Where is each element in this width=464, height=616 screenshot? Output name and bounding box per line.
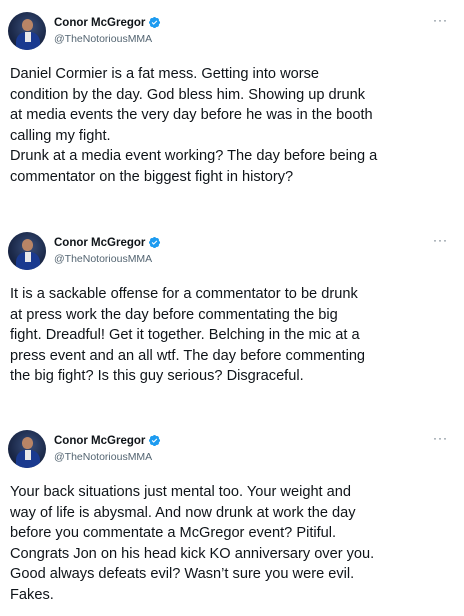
author-display-name[interactable]: Conor McGregor [54, 435, 145, 447]
tweet-text: Daniel Cormier is a fat mess. Getting in… [10, 66, 378, 185]
author-handle[interactable]: @TheNotoriousMMA [54, 253, 152, 265]
verified-badge-icon [149, 434, 161, 447]
author-name-row: Conor McGregor [54, 434, 161, 447]
verified-badge-icon [149, 236, 161, 249]
tweet-text: Your back situations just mental too. Yo… [10, 484, 375, 603]
author-display-name[interactable]: Conor McGregor [54, 237, 145, 249]
verified-badge-icon [149, 16, 161, 29]
author-name-row: Conor McGregor [54, 236, 161, 249]
more-options-icon[interactable]: ··· [433, 14, 448, 26]
author-avatar[interactable] [8, 12, 46, 50]
author-avatar[interactable] [8, 232, 46, 270]
author-display-name[interactable]: Conor McGregor [54, 17, 145, 29]
more-options-icon[interactable]: ··· [433, 234, 448, 246]
author-name-row: Conor McGregor [54, 16, 161, 29]
more-options-icon[interactable]: ··· [433, 432, 448, 444]
author-handle[interactable]: @TheNotoriousMMA [54, 33, 152, 45]
author-handle[interactable]: @TheNotoriousMMA [54, 451, 152, 463]
author-avatar[interactable] [8, 430, 46, 468]
tweet-text: It is a sackable offense for a commentat… [10, 286, 366, 384]
